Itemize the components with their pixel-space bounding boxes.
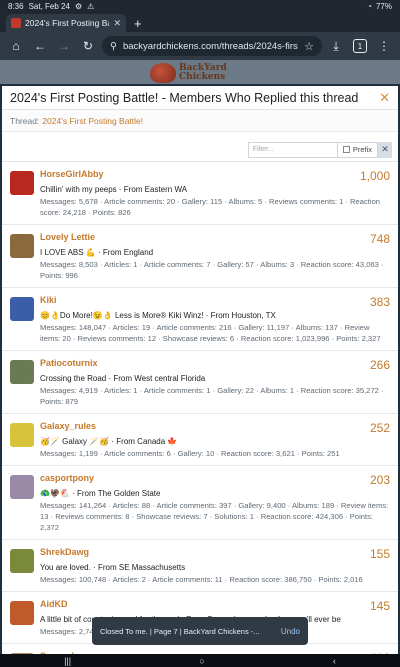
reply-count: 145 <box>369 599 390 613</box>
member-stats: Messages: 8,503 · Articles: 1 · Article … <box>40 260 384 280</box>
alert-icon: ⚠ <box>87 1 95 11</box>
member-stats: Messages: 5,678 · Article comments: 20 ·… <box>40 197 381 217</box>
member-name[interactable]: HorseGirlAbby <box>40 169 360 179</box>
avatar[interactable] <box>10 171 34 195</box>
member-name[interactable]: Galaxy_rules <box>40 421 370 431</box>
tab-title: 2024's First Posting Battle <box>25 18 109 28</box>
recents-icon[interactable]: ||| <box>64 656 71 666</box>
reply-count: 1,000 <box>359 169 390 183</box>
tab-strip: 2024's First Posting Battle ✕ + <box>0 12 400 32</box>
member-list: HorseGirlAbby 1,000 Chillin' with my peeps… <box>2 162 398 654</box>
member-title: Chillin' with my peeps · From Eastern WA <box>40 185 188 194</box>
browser-toolbar: ⌂ ← → ↻ ⚲ backyardchickens.com/threads/2… <box>0 32 400 60</box>
menu-icon[interactable]: ⋮ <box>374 36 394 56</box>
battery-level: 77% <box>375 1 392 11</box>
close-icon[interactable]: ✕ <box>379 90 390 106</box>
member-stats: Messages: 1,199 · Article comments: 6 · … <box>40 449 340 458</box>
member-row[interactable]: Patiocoturnix 266 Crossing the Road · From… <box>2 351 398 414</box>
avatar[interactable] <box>10 423 34 447</box>
new-tab-button[interactable]: + <box>134 14 142 32</box>
member-stats: Messages: 148,047 · Articles: 19 · Artic… <box>40 323 381 343</box>
avatar[interactable] <box>10 360 34 384</box>
site-logo[interactable]: BackYard Chickens <box>150 62 260 84</box>
thread-link[interactable]: 2024's First Posting Battle! <box>42 116 143 126</box>
thread-label: Thread: <box>10 115 40 126</box>
member-name[interactable]: ShrekDawg <box>40 547 370 557</box>
reply-count: 383 <box>369 295 390 309</box>
member-title: I LOVE ABS 💪 · From England <box>40 248 154 257</box>
checkbox-icon <box>342 146 350 153</box>
modal-title: 2024's First Posting Battle! - Members W… <box>10 90 359 105</box>
reply-count: 203 <box>369 473 390 487</box>
member-title: Crossing the Road · From West central Fl… <box>40 374 206 383</box>
site-info-icon[interactable]: ⚲ <box>110 41 117 52</box>
member-title: 😊👌Do More!😉👌 Less is More® Kiki Winz! · … <box>40 311 276 320</box>
snackbar: Closed To me. | Page 7 | BackYard Chicke… <box>92 617 308 645</box>
member-title: 🦚🦃🐔 · From The Golden State <box>40 489 161 498</box>
home-nav-icon[interactable]: ○ <box>199 656 204 666</box>
reply-count: 748 <box>369 232 390 246</box>
member-row[interactable]: Galaxy_rules 252 🥳🪄 Galaxy 🪄🥳 · From Canad… <box>2 414 398 466</box>
prefix-checkbox[interactable]: Prefix <box>337 141 378 158</box>
member-row[interactable]: Somewhere_116🦄 You know th <box>2 644 398 654</box>
reply-count: 266 <box>369 358 390 372</box>
reply-count: 155 <box>369 547 390 561</box>
member-title: You are loved. · From SE Massachusetts <box>40 563 186 572</box>
avatar[interactable] <box>10 234 34 258</box>
member-row[interactable]: HorseGirlAbby 1,000 Chillin' with my peeps… <box>2 162 398 225</box>
forward-icon[interactable]: → <box>54 36 74 56</box>
site-header: BackYard Chickens <box>0 60 400 84</box>
status-date: Sat, Feb 24 <box>28 1 70 11</box>
member-row[interactable]: casportpony 203 🦚🦃🐔 · From The Golden Stat… <box>2 466 398 540</box>
download-icon[interactable]: ⤓ <box>326 36 346 56</box>
wifi-icon: ◔ <box>367 1 372 11</box>
clear-filter-icon[interactable]: ✕ <box>378 141 392 158</box>
chicken-logo-icon <box>150 63 176 83</box>
member-name[interactable]: Lovely Lettie <box>40 232 370 242</box>
member-row[interactable]: ShrekDawg 155 You are loved. · From SE Mas… <box>2 540 398 592</box>
close-tab-icon[interactable]: ✕ <box>113 18 121 29</box>
system-nav-bar: ||| ○ ‹ <box>0 654 400 667</box>
browser-tab[interactable]: 2024's First Posting Battle ✕ <box>6 14 126 32</box>
prefix-label: Prefix <box>352 145 372 154</box>
reload-icon[interactable]: ↻ <box>78 36 98 56</box>
avatar[interactable] <box>10 549 34 573</box>
tab-switcher-button[interactable]: 1 <box>350 36 370 56</box>
members-replied-modal: 2024's First Posting Battle! - Members W… <box>2 86 398 654</box>
reply-count: 252 <box>369 421 390 435</box>
url-text: backyardchickens.com/threads/2024s-first… <box>122 40 299 52</box>
bookmark-star-icon[interactable]: ☆ <box>304 40 314 53</box>
status-time: 8:36 <box>8 1 24 11</box>
member-stats: Messages: 141,264 · Articles: 88 · Artic… <box>40 501 389 532</box>
favicon-icon <box>11 18 21 28</box>
member-title: 🥳🪄 Galaxy 🪄🥳 · From Canada 🍁 <box>40 437 178 446</box>
filter-row: Filter... Prefix ✕ <box>2 138 398 162</box>
status-bar: 8:36 Sat, Feb 24 ⚙ ⚠ ◔ 77% <box>0 0 400 12</box>
avatar[interactable] <box>10 475 34 499</box>
member-name[interactable]: Kiki <box>40 295 370 305</box>
member-stats: Messages: 100,748 · Articles: 2 · Articl… <box>40 575 363 584</box>
filter-input[interactable]: Filter... <box>247 141 338 158</box>
member-stats: Messages: 4,919 · Articles: 1 · Article … <box>40 386 384 406</box>
member-name[interactable]: AidKD <box>40 599 370 609</box>
member-name[interactable]: Patiocoturnix <box>40 358 370 368</box>
home-icon[interactable]: ⌂ <box>6 36 26 56</box>
address-bar[interactable]: ⚲ backyardchickens.com/threads/2024s-fir… <box>102 36 322 56</box>
undo-button[interactable]: Undo <box>281 627 300 636</box>
member-name[interactable]: casportpony <box>40 473 370 483</box>
member-row[interactable]: Lovely Lettie 748 I LOVE ABS 💪 · From Engl… <box>2 225 398 288</box>
avatar[interactable] <box>10 297 34 321</box>
back-icon[interactable]: ← <box>30 36 50 56</box>
thread-line: Thread: 2024's First Posting Battle! <box>2 110 398 132</box>
snackbar-text: Closed To me. | Page 7 | BackYard Chicke… <box>100 626 260 636</box>
gear-icon: ⚙ <box>74 1 83 11</box>
member-row[interactable]: Kiki 383 😊👌Do More!😉👌 Less is More® Kiki W… <box>2 288 398 351</box>
avatar[interactable] <box>10 601 34 625</box>
back-nav-icon[interactable]: ‹ <box>333 656 336 666</box>
